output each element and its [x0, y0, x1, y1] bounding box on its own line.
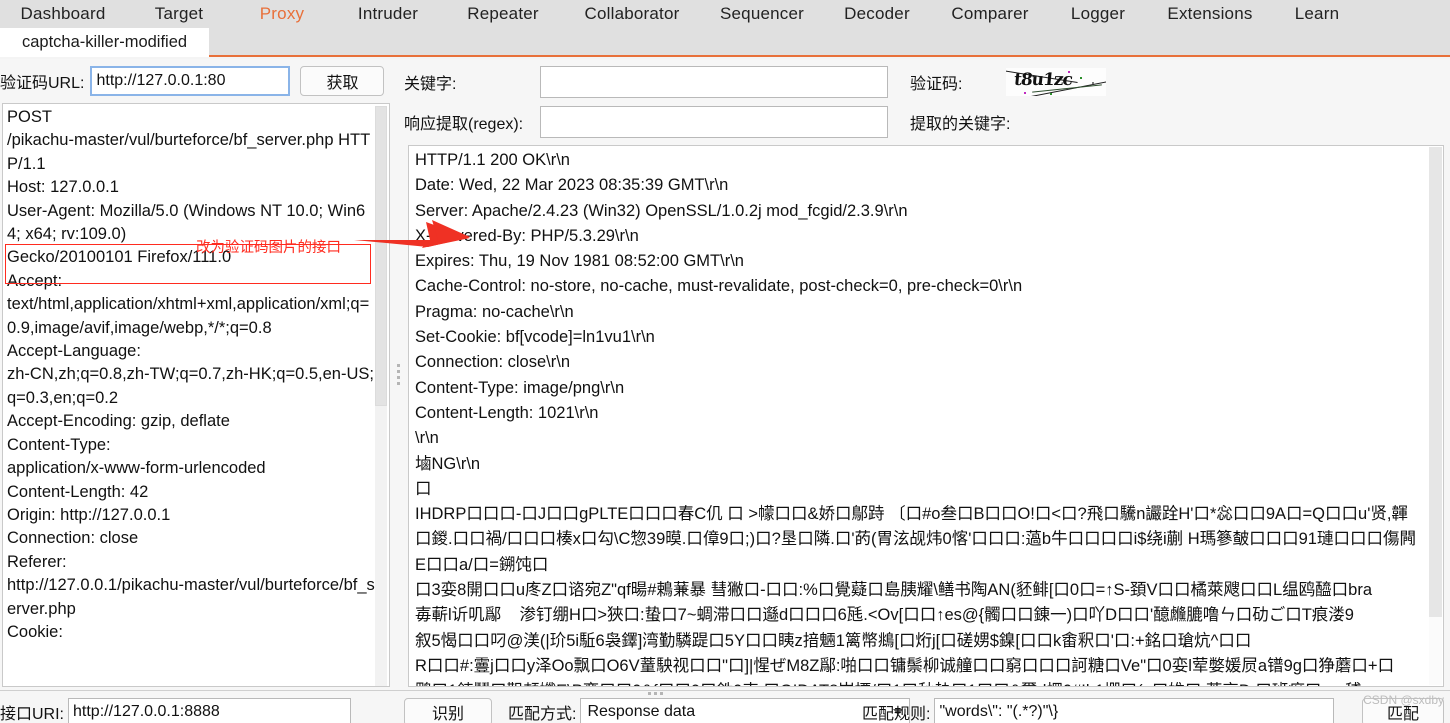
bottom-splitter-grip-right [720, 692, 742, 697]
response-editor[interactable]: HTTP/1.1 200 OK\r\n Date: Wed, 22 Mar 20… [408, 145, 1444, 687]
tab-label: Comparer [951, 4, 1029, 23]
splitter-grip [397, 364, 401, 385]
tab-label: Sequencer [719, 4, 805, 23]
tab-label: Logger [1070, 4, 1126, 23]
tab-collaborator[interactable]: Collaborator [562, 4, 702, 24]
interface-uri-input[interactable] [68, 698, 352, 723]
request-text: POST /pikachu-master/vul/burteforce/bf_s… [7, 108, 375, 641]
tab-label: Target [154, 4, 204, 23]
request-scrollbar-thumb[interactable] [375, 106, 387, 406]
match-rule-group: 匹配规则: [862, 698, 1335, 723]
tab-intruder[interactable]: Intruder [332, 4, 444, 24]
response-panel: 关键字: 验证码: t8u1zc 响应提取(regex): 提取的关键字: HT… [404, 59, 1450, 690]
watermark: CSDN @sxdby [1363, 693, 1444, 707]
tab-comparer[interactable]: Comparer [932, 4, 1048, 24]
tab-decoder[interactable]: Decoder [822, 4, 932, 24]
annotation-arrow-icon [352, 220, 470, 248]
tab-label: Repeater [467, 4, 539, 23]
extracted-keyword-label: 提取的关键字: [910, 116, 1011, 133]
captcha-image[interactable]: t8u1zc [1006, 68, 1107, 96]
match-mode-label: 匹配方式: [508, 706, 577, 723]
tab-repeater[interactable]: Repeater [444, 4, 562, 24]
tab-captcha-killer-modified[interactable]: captcha-killer-modified [0, 28, 210, 57]
bottom-splitter-grip-left [648, 692, 670, 697]
tab-extensions[interactable]: Extensions [1148, 4, 1272, 24]
request-editor[interactable]: POST /pikachu-master/vul/burteforce/bf_s… [2, 103, 390, 687]
match-rule-input[interactable] [934, 698, 1335, 723]
regex-label: 响应提取(regex): [404, 116, 524, 133]
tab-label: Extensions [1167, 4, 1253, 23]
main-content: 验证码URL: 获取 POST /pikachu-master/vul/burt… [0, 59, 1450, 690]
extension-tab-bar: captcha-killer-modified [0, 28, 1450, 57]
captcha-url-input[interactable] [90, 66, 291, 96]
tab-sequencer[interactable]: Sequencer [702, 4, 822, 24]
match-mode-group: 匹配方式: Response data [508, 698, 911, 723]
tab-label: Learn [1294, 4, 1340, 23]
captcha-text: t8u1zc [1013, 70, 1074, 90]
captcha-url-label: 验证码URL: [0, 75, 85, 92]
recognize-group: 识别 [404, 698, 492, 723]
tab-label: Decoder [844, 4, 910, 23]
recognize-button[interactable]: 识别 [404, 698, 492, 723]
fetch-button[interactable]: 获取 [300, 66, 385, 96]
panel-splitter[interactable] [394, 59, 404, 690]
response-scrollbar-thumb[interactable] [1429, 147, 1442, 617]
tab-proxy[interactable]: Proxy [232, 4, 332, 24]
tab-logger[interactable]: Logger [1048, 4, 1148, 24]
response-text: HTTP/1.1 200 OK\r\n Date: Wed, 22 Mar 20… [415, 151, 1416, 686]
tab-dashboard[interactable]: Dashboard [0, 4, 126, 24]
interface-uri-group: 接口URI: [0, 698, 352, 723]
interface-uri-label: 接口URI: [0, 706, 65, 723]
match-rule-label: 匹配规则: [862, 706, 931, 723]
tab-target[interactable]: Target [126, 4, 232, 24]
request-panel: 验证码URL: 获取 POST /pikachu-master/vul/burt… [0, 59, 392, 690]
main-tab-bar: Dashboard Target Proxy Intruder Repeater Coll… [0, 0, 1450, 28]
tab-label: Intruder [357, 4, 419, 23]
captcha-url-row: 验证码URL: 获取 [0, 63, 392, 99]
tab-label: Dashboard [20, 4, 106, 23]
annotation-note: 改为验证码图片的接口 [196, 240, 341, 256]
extension-tab-label: captcha-killer-modified [22, 33, 188, 51]
tab-label: Proxy [259, 4, 305, 23]
bottom-toolbar: 接口URI: 识别 匹配方式: Response data 匹配规则: 匹配 [0, 690, 1450, 723]
captcha-label: 验证码: [910, 76, 963, 93]
regex-input[interactable] [540, 106, 888, 138]
keyword-row: 关键字: 验证码: t8u1zc [404, 65, 1107, 99]
match-mode-value: Response data [587, 703, 696, 720]
burp-suite-window: Dashboard Target Proxy Intruder Repeater Coll… [0, 0, 1450, 723]
keyword-input[interactable] [540, 66, 888, 98]
match-mode-select[interactable]: Response data [580, 698, 911, 723]
tab-label: Collaborator [584, 4, 680, 23]
regex-row: 响应提取(regex): 提取的关键字: [404, 105, 1020, 139]
tab-learn[interactable]: Learn [1272, 4, 1362, 24]
keyword-label: 关键字: [404, 76, 457, 93]
